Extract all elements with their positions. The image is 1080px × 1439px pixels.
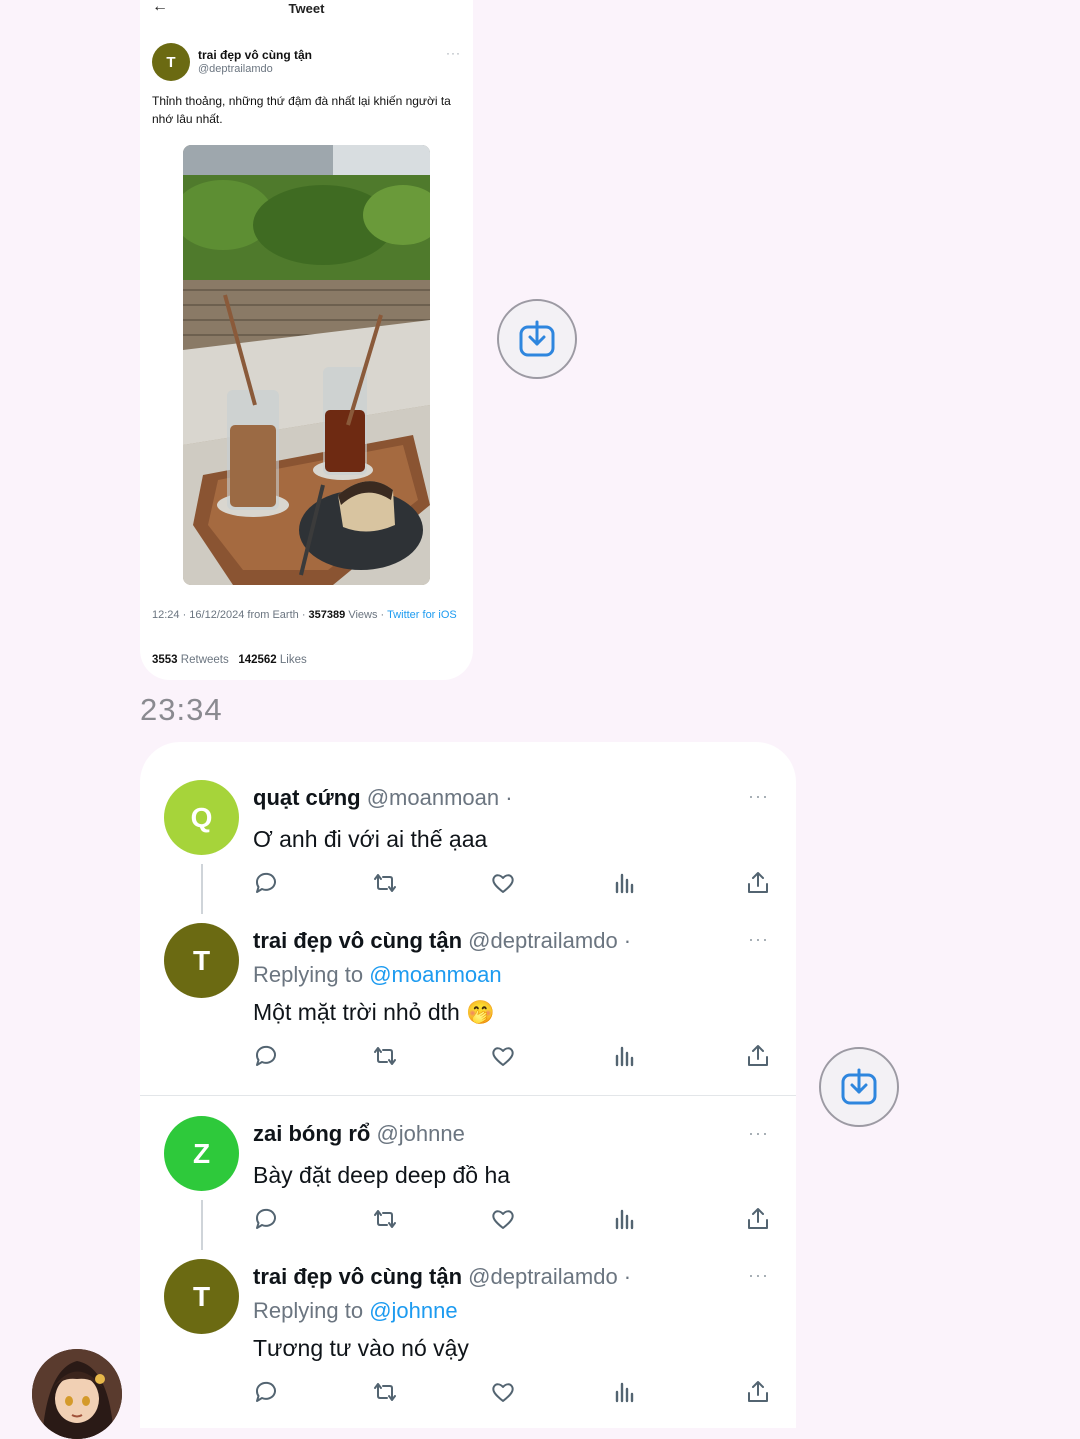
reply-header: quạt cứng @moanmoan · xyxy=(253,785,513,811)
retweets-label: Retweets xyxy=(180,654,229,666)
mention-link[interactable]: @johnne xyxy=(369,1298,457,1323)
reply-author-handle[interactable]: @johnne xyxy=(376,1121,464,1146)
speech-bubble-icon[interactable] xyxy=(253,1043,279,1069)
reply-author-name[interactable]: zai bóng rổ xyxy=(253,1121,370,1146)
download-icon xyxy=(841,1068,877,1105)
tweet-header-title: Tweet xyxy=(288,1,325,16)
reply-text: Một mặt trời nhỏ dth 🤭 xyxy=(253,999,495,1025)
replying-to: Replying to @johnne xyxy=(253,1298,458,1324)
bar-chart-icon[interactable] xyxy=(611,870,637,896)
retweets-count: 3553 xyxy=(152,654,178,666)
save-image-button[interactable] xyxy=(819,1047,899,1127)
share-icon[interactable] xyxy=(745,1043,771,1069)
save-image-button[interactable] xyxy=(497,299,577,379)
reply-header: trai đẹp vô cùng tận @deptrailamdo · xyxy=(253,928,631,954)
thread-line xyxy=(201,1200,203,1250)
action-bar xyxy=(253,1206,773,1234)
speech-bubble-icon[interactable] xyxy=(253,1379,279,1405)
action-bar xyxy=(253,870,773,898)
mention-link[interactable]: @moanmoan xyxy=(369,962,501,987)
heart-icon[interactable] xyxy=(490,1043,516,1069)
share-icon[interactable] xyxy=(745,870,771,896)
download-icon xyxy=(519,320,555,357)
thread-line xyxy=(201,864,203,914)
share-icon[interactable] xyxy=(745,1206,771,1232)
reply-header: zai bóng rổ @johnne xyxy=(253,1121,465,1147)
heart-icon[interactable] xyxy=(490,1206,516,1232)
more-icon[interactable]: ··· xyxy=(748,929,769,950)
speech-bubble-icon[interactable] xyxy=(253,1206,279,1232)
tweet-time: 12:24 · 16/12/2024 from Earth · xyxy=(152,609,306,621)
tweet-screenshot-card[interactable]: ← Tweet T trai đẹp vô cùng tận @deptrail… xyxy=(140,0,473,680)
reply-header: trai đẹp vô cùng tận @deptrailamdo · xyxy=(253,1264,631,1290)
tweet-meta: 12:24 · 16/12/2024 from Earth · 357389 V… xyxy=(152,608,457,622)
tweet-photo xyxy=(183,145,430,585)
more-icon[interactable]: ··· xyxy=(748,1123,769,1144)
sender-avatar[interactable] xyxy=(32,1349,122,1439)
avatar[interactable]: Z xyxy=(164,1116,239,1191)
retweet-icon[interactable] xyxy=(372,1379,398,1405)
more-icon: ··· xyxy=(446,46,461,60)
thread-divider xyxy=(140,1095,796,1096)
avatar[interactable]: T xyxy=(164,1259,239,1334)
coffee-photo-illustration xyxy=(183,145,430,585)
replying-to: Replying to @moanmoan xyxy=(253,962,502,988)
reply-author-name[interactable]: trai đẹp vô cùng tận xyxy=(253,928,462,953)
likes-count: 142562 xyxy=(238,654,277,666)
reply-text: Ơ anh đi với ai thế ạaa xyxy=(253,826,488,852)
tweet-text: Thỉnh thoảng, những thứ đậm đà nhất lại … xyxy=(152,94,451,126)
author-handle: @deptrailamdo xyxy=(198,63,273,75)
reply-author-handle[interactable]: @deptrailamdo · xyxy=(468,1264,631,1289)
message-timestamp: 23:34 xyxy=(140,692,223,727)
tweet-source-link[interactable]: Twitter for iOS xyxy=(387,609,457,621)
reply-text: Bày đặt deep deep đồ ha xyxy=(253,1162,511,1188)
more-icon[interactable]: ··· xyxy=(748,786,769,807)
author-avatar: T xyxy=(152,43,190,81)
bar-chart-icon[interactable] xyxy=(611,1206,637,1232)
tweet-stats: 3553 Retweets 142562 Likes xyxy=(152,654,307,666)
reply-text: Tương tư vào nó vậy xyxy=(253,1335,469,1361)
action-bar xyxy=(253,1043,773,1071)
reply-author-handle[interactable]: @deptrailamdo · xyxy=(468,928,631,953)
reply-author-handle[interactable]: @moanmoan · xyxy=(367,785,513,810)
retweet-icon[interactable] xyxy=(372,1206,398,1232)
bar-chart-icon[interactable] xyxy=(611,1043,637,1069)
retweet-icon[interactable] xyxy=(372,870,398,896)
author-name: trai đẹp vô cùng tận xyxy=(198,48,313,62)
bar-chart-icon[interactable] xyxy=(611,1379,637,1405)
speech-bubble-icon[interactable] xyxy=(253,870,279,896)
tweet-views-label: Views · xyxy=(348,609,385,621)
retweet-icon[interactable] xyxy=(372,1043,398,1069)
heart-icon[interactable] xyxy=(490,1379,516,1405)
action-bar xyxy=(253,1379,773,1407)
replying-label: Replying to xyxy=(253,962,364,987)
share-icon[interactable] xyxy=(745,1379,771,1405)
heart-icon[interactable] xyxy=(490,870,516,896)
replies-screenshot-card[interactable]: Q quạt cứng @moanmoan · ··· Ơ anh đi với… xyxy=(140,742,796,1428)
avatar[interactable]: Q xyxy=(164,780,239,855)
reply-author-name[interactable]: trai đẹp vô cùng tận xyxy=(253,1264,462,1289)
more-icon[interactable]: ··· xyxy=(748,1265,769,1286)
reply-author-name[interactable]: quạt cứng xyxy=(253,785,361,810)
tweet-views-count: 357389 xyxy=(308,609,346,621)
anime-avatar-illustration xyxy=(32,1349,122,1439)
replying-label: Replying to xyxy=(253,1298,364,1323)
tweet-header: ← Tweet xyxy=(140,0,473,20)
avatar[interactable]: T xyxy=(164,923,239,998)
likes-label: Likes xyxy=(279,654,307,666)
